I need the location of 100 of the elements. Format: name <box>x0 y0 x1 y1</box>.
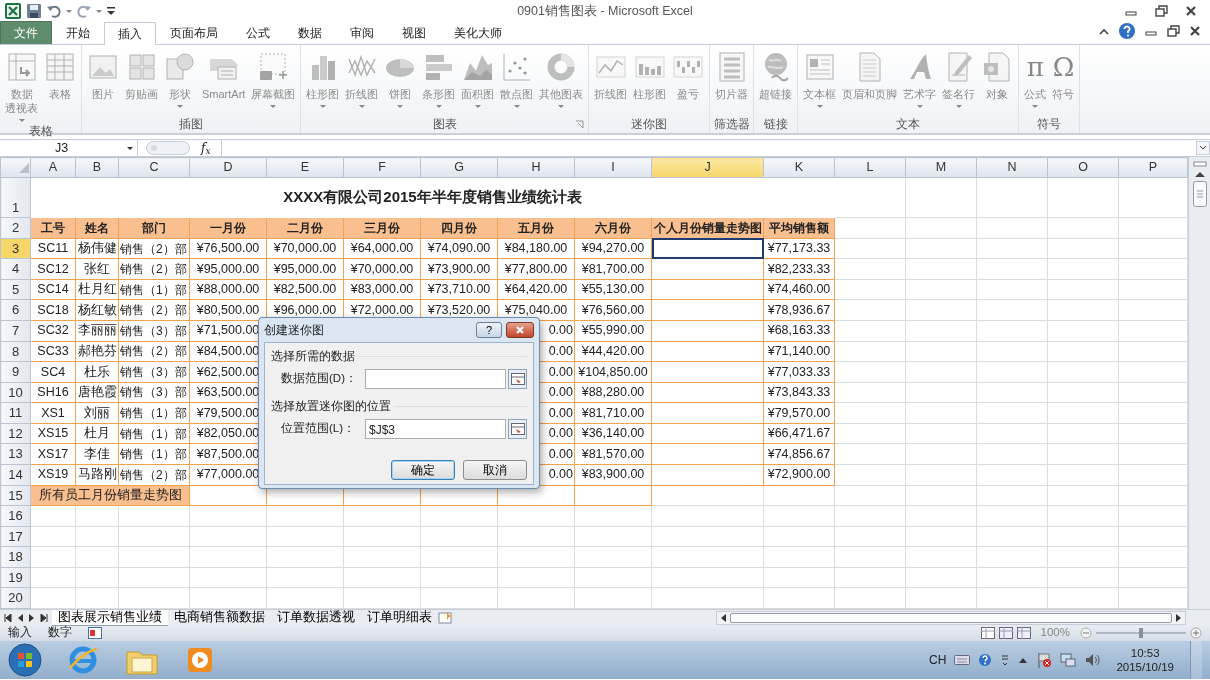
close-button[interactable] <box>506 322 534 338</box>
row-header[interactable]: 12 <box>0 423 31 444</box>
row-header[interactable]: 18 <box>0 546 31 568</box>
split-handle-icon[interactable] <box>1192 161 1207 167</box>
redo-icon[interactable] <box>76 3 92 19</box>
range-select-button[interactable] <box>508 369 527 389</box>
cancel-button[interactable]: 取消 <box>463 460 527 480</box>
row-header[interactable]: 14 <box>0 464 31 485</box>
formula-toggle-icon[interactable] <box>146 141 190 155</box>
help-icon[interactable] <box>978 653 993 667</box>
input-field[interactable] <box>365 369 507 389</box>
scroll-left-icon[interactable] <box>720 613 726 622</box>
horizontal-scrollbar[interactable] <box>716 610 1186 625</box>
sheet-tab[interactable]: 订单数据透视 <box>271 609 361 626</box>
first-sheet-icon[interactable] <box>4 613 12 622</box>
options-icon[interactable] <box>1000 653 1011 667</box>
page-break-icon[interactable] <box>1016 627 1031 639</box>
scroll-up-icon[interactable] <box>1194 171 1205 177</box>
row-header[interactable]: 5 <box>0 279 31 300</box>
clock-time[interactable]: 10:53 <box>1116 646 1174 660</box>
vertical-scrollbar[interactable] <box>1188 157 1210 609</box>
row-header[interactable]: 6 <box>0 299 31 321</box>
ribbon-tab[interactable]: 页面布局 <box>156 21 232 44</box>
row-header[interactable]: 20 <box>0 587 31 609</box>
ribbon-tab[interactable]: 审阅 <box>336 21 388 44</box>
column-header[interactable]: K <box>763 157 835 178</box>
row-header[interactable]: 19 <box>0 567 31 588</box>
help-button[interactable]: ? <box>476 322 502 338</box>
close-icon[interactable] <box>1184 4 1198 18</box>
row-header[interactable]: 9 <box>0 361 31 383</box>
previous-sheet-icon[interactable] <box>16 613 24 622</box>
row-header[interactable]: 1 <box>0 177 31 218</box>
column-header[interactable]: E <box>266 157 344 178</box>
sheet-tab[interactable]: 电商销售额数据 <box>168 609 271 626</box>
undo-icon[interactable] <box>46 3 62 19</box>
row-header[interactable]: 11 <box>0 402 31 424</box>
next-sheet-icon[interactable] <box>28 613 36 622</box>
column-header[interactable]: A <box>30 157 76 178</box>
column-header[interactable]: I <box>574 157 652 178</box>
customize-toolbar-icon[interactable] <box>106 5 116 17</box>
help-icon[interactable] <box>1118 22 1136 40</box>
column-header[interactable]: P <box>1118 157 1188 178</box>
column-header[interactable]: C <box>118 157 190 178</box>
column-header[interactable]: G <box>420 157 498 178</box>
row-header[interactable]: 3 <box>0 238 31 259</box>
network-icon[interactable] <box>1060 652 1077 668</box>
page-layout-icon[interactable] <box>998 627 1013 639</box>
scroll-thumb-icon[interactable] <box>1192 181 1207 207</box>
row-header[interactable]: 10 <box>0 382 31 403</box>
language-indicator[interactable]: CH <box>929 651 947 669</box>
ribbon-tab[interactable]: 美化大师 <box>440 21 516 44</box>
column-header[interactable]: N <box>976 157 1048 178</box>
column-header[interactable]: D <box>189 157 267 178</box>
expand-formula-icon[interactable] <box>1196 141 1210 155</box>
zoom-in-icon[interactable] <box>1190 627 1202 639</box>
record-macro-icon[interactable] <box>88 627 102 639</box>
column-header[interactable]: F <box>343 157 421 178</box>
ribbon-tab[interactable]: 公式 <box>232 21 284 44</box>
sheet-tab[interactable]: 订单明细表 <box>361 609 438 626</box>
scroll-right-icon[interactable] <box>1176 613 1182 622</box>
last-sheet-icon[interactable] <box>40 613 48 622</box>
insert-function-button[interactable]: f$_{x}$ <box>201 139 221 157</box>
row-header[interactable]: 8 <box>0 341 31 362</box>
caret-icon[interactable] <box>96 9 102 13</box>
ribbon-tab[interactable]: 插入 <box>104 22 156 45</box>
row-header[interactable]: 4 <box>0 258 31 280</box>
save-icon[interactable] <box>26 3 42 19</box>
ribbon-tab[interactable]: 开始 <box>52 21 104 44</box>
selected-cell[interactable] <box>651 238 764 259</box>
row-header[interactable]: 16 <box>0 505 31 527</box>
row-header[interactable]: 15 <box>0 485 31 506</box>
input-field[interactable]: $J$3 <box>365 419 507 439</box>
close-icon[interactable] <box>1188 24 1202 38</box>
restore-icon[interactable] <box>1166 24 1180 38</box>
show-hidden-icons[interactable] <box>1018 656 1029 664</box>
normal-view-icon[interactable] <box>980 627 995 639</box>
column-header[interactable]: J <box>651 157 764 178</box>
column-header[interactable]: H <box>497 157 575 178</box>
column-header[interactable]: M <box>905 157 977 178</box>
row-header[interactable]: 13 <box>0 443 31 465</box>
column-header[interactable]: L <box>834 157 906 178</box>
ok-button[interactable]: 确定 <box>391 460 455 480</box>
sheet-tab[interactable]: 图表展示销售业绩 <box>52 609 168 626</box>
row-header[interactable]: 7 <box>0 320 31 342</box>
restore-icon[interactable] <box>1154 4 1168 18</box>
zoom-slider-thumb[interactable] <box>1139 628 1143 638</box>
ribbon-tab[interactable]: 数据 <box>284 21 336 44</box>
ribbon-tab[interactable]: 视图 <box>388 21 440 44</box>
row-header[interactable]: 17 <box>0 526 31 547</box>
column-header[interactable]: O <box>1047 157 1119 178</box>
row-header[interactable]: 2 <box>0 217 31 239</box>
range-select-button[interactable] <box>508 419 527 439</box>
flag-warning-icon[interactable] <box>1036 652 1053 668</box>
column-header[interactable]: B <box>75 157 119 178</box>
start-button-icon[interactable] <box>8 643 42 677</box>
keyboard-icon[interactable] <box>954 654 971 666</box>
ribbon-tab[interactable]: 文件 <box>0 21 52 44</box>
caret-icon[interactable] <box>66 9 72 13</box>
clock-date[interactable]: 2015/10/19 <box>1116 660 1174 674</box>
volume-icon[interactable] <box>1084 652 1101 668</box>
